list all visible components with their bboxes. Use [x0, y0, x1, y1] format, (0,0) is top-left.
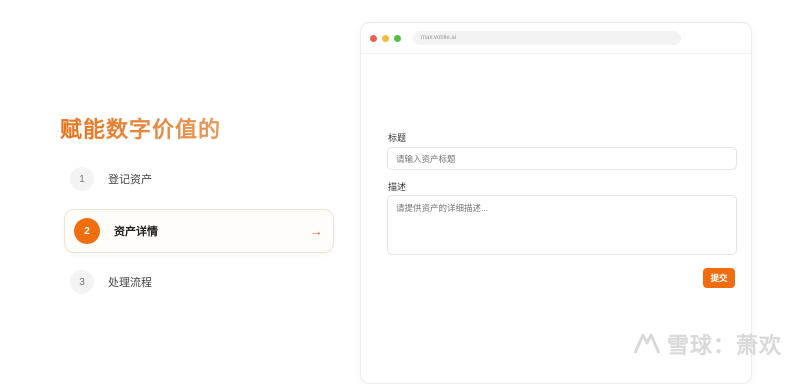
snowball-logo-icon [633, 333, 661, 354]
step-item-processing-flow[interactable]: 3 处理流程 [64, 260, 334, 304]
watermark-text: 雪球：萧欢 [666, 333, 782, 358]
step-label: 资产详情 [114, 226, 158, 238]
step-label: 登记资产 [108, 174, 152, 186]
address-bar[interactable]: max.vobile.ai [413, 31, 681, 45]
step-number-badge: 2 [74, 218, 100, 244]
step-label: 处理流程 [108, 277, 152, 289]
browser-titlebar: max.vobile.ai [361, 23, 751, 54]
step-item-register-asset[interactable]: 1 登记资产 [64, 157, 334, 201]
step-number-badge: 1 [70, 167, 94, 191]
maximize-window-dot-icon[interactable] [394, 35, 401, 42]
page-headline: 赋能数字价值的 [60, 112, 221, 144]
title-input[interactable] [387, 147, 737, 170]
description-field-label: 描述 [388, 182, 407, 192]
step-item-asset-details[interactable]: 2 资产详情 → [64, 209, 334, 253]
submit-button[interactable]: 提交 [703, 268, 735, 288]
arrow-right-icon: → [310, 223, 323, 239]
description-textarea[interactable] [387, 195, 737, 255]
watermark: 雪球：萧欢 [633, 329, 782, 359]
title-field-label: 标题 [388, 133, 407, 143]
step-number-badge: 3 [70, 270, 94, 294]
minimize-window-dot-icon[interactable] [382, 35, 389, 42]
close-window-dot-icon[interactable] [370, 35, 377, 42]
